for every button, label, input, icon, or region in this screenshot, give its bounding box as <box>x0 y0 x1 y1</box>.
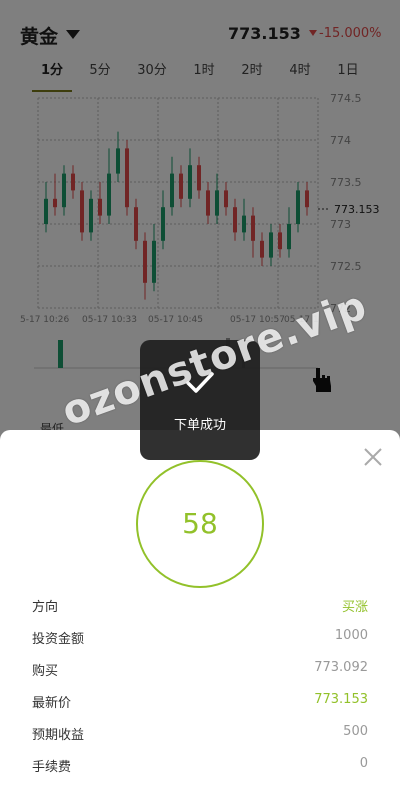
countdown-value: 58 <box>182 507 218 540</box>
buy-price-label: 购买 <box>32 664 59 679</box>
row-buy-price: 购买 773.092 <box>32 660 368 680</box>
latest-price-label: 最新价 <box>32 696 72 711</box>
row-direction: 方向 买涨 <box>32 596 368 616</box>
investment-value: 1000 <box>334 628 368 643</box>
row-expected-profit: 预期收益 500 <box>32 724 368 744</box>
investment-label: 投资金额 <box>32 632 85 647</box>
buy-price-value: 773.092 <box>314 660 368 675</box>
latest-price-value: 773.153 <box>314 692 368 707</box>
close-icon[interactable] <box>362 446 384 468</box>
order-sheet: 58 方向 买涨 投资金额 1000 购买 773.092 最新价 773.15… <box>0 430 400 800</box>
expected-profit-value: 500 <box>343 724 368 739</box>
direction-label: 方向 <box>32 600 59 615</box>
fee-label: 手续费 <box>32 760 72 775</box>
countdown-circle: 58 <box>136 460 264 588</box>
row-fee: 手续费 0 <box>32 756 368 776</box>
direction-value: 买涨 <box>341 600 368 615</box>
fee-value: 0 <box>359 756 368 771</box>
row-latest-price: 最新价 773.153 <box>32 692 368 712</box>
toast-message: 下单成功 <box>173 418 226 433</box>
row-investment: 投资金额 1000 <box>32 628 368 648</box>
expected-profit-label: 预期收益 <box>32 728 85 743</box>
